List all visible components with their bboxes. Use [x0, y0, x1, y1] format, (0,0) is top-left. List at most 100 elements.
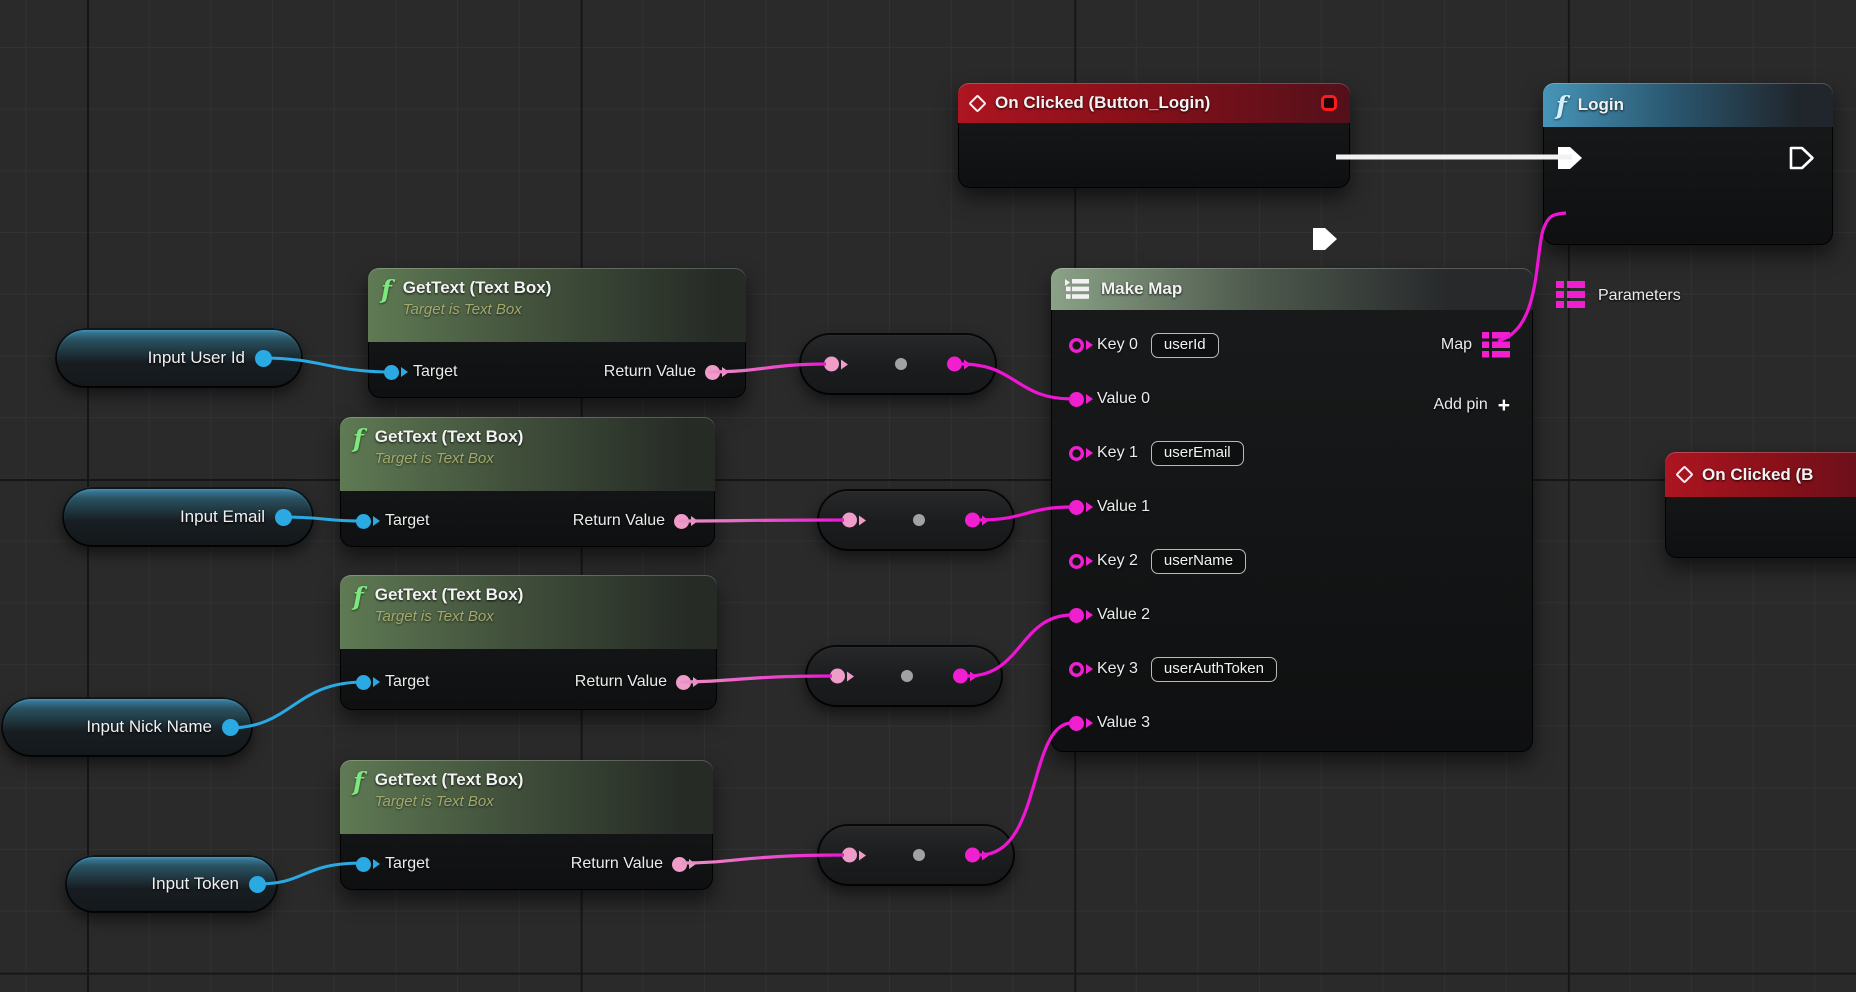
node-gettext-2[interactable]: f GetText (Text Box) Target is Text Box … [340, 417, 715, 547]
parameters-pin-label: Parameters [1598, 287, 1681, 305]
map-output-pin-icon[interactable] [1482, 332, 1510, 358]
node-make-map[interactable]: Make Map Key 0 userId Value 0 Key 1 user… [1051, 268, 1533, 752]
function-icon: f [1556, 93, 1567, 118]
function-icon: f [353, 769, 364, 794]
convert-node-dot [913, 849, 925, 861]
node-on-clicked-partial[interactable]: On Clicked (B [1665, 452, 1856, 558]
node-title: On Clicked (Button_Login) [995, 93, 1210, 113]
node-subtitle: Target is Text Box [403, 300, 552, 320]
convert-input-pin[interactable] [842, 848, 857, 863]
exec-output-pin[interactable] [1310, 225, 1340, 253]
node-login[interactable]: f Login Parameters [1543, 83, 1833, 245]
variable-output-pin[interactable] [249, 876, 266, 893]
variable-output-pin[interactable] [275, 509, 292, 526]
variable-label: Input User Id [148, 348, 245, 368]
key-3-label: Key 3 [1097, 660, 1138, 678]
target-pin[interactable] [356, 857, 371, 872]
value-3-label: Value 3 [1097, 714, 1150, 732]
node-subtitle: Target is Text Box [375, 449, 524, 469]
target-pin[interactable] [356, 514, 371, 529]
convert-output-pin[interactable] [965, 513, 980, 528]
convert-node-dot [913, 514, 925, 526]
key-0-pin[interactable] [1069, 338, 1084, 353]
convert-text-to-string-2[interactable] [817, 489, 1015, 551]
node-gettext-1[interactable]: f GetText (Text Box) Target is Text Box … [368, 268, 746, 398]
convert-node-dot [895, 358, 907, 370]
value-3-pin[interactable] [1069, 716, 1084, 731]
return-value-pin[interactable] [676, 675, 691, 690]
node-title: GetText (Text Box) [403, 277, 552, 300]
node-title: Login [1578, 95, 1624, 115]
return-value-label: Return Value [571, 855, 663, 873]
convert-text-to-string-1[interactable] [799, 333, 997, 395]
convert-output-pin[interactable] [947, 357, 962, 372]
convert-output-pin[interactable] [965, 848, 980, 863]
variable-input-nick-name[interactable]: Input Nick Name [1, 697, 253, 757]
value-1-label: Value 1 [1097, 498, 1150, 516]
return-value-label: Return Value [575, 673, 667, 691]
function-icon: f [353, 426, 364, 451]
exec-input-pin[interactable] [1555, 144, 1585, 172]
key-3-pin[interactable] [1069, 662, 1084, 677]
target-pin[interactable] [384, 365, 399, 380]
variable-input-email[interactable]: Input Email [62, 487, 314, 547]
node-title: GetText (Text Box) [375, 584, 524, 607]
convert-text-to-string-4[interactable] [817, 824, 1015, 886]
node-on-clicked-button-login[interactable]: On Clicked (Button_Login) [958, 83, 1350, 188]
variable-output-pin[interactable] [255, 350, 272, 367]
convert-node-dot [901, 670, 913, 682]
node-title: On Clicked (B [1702, 465, 1813, 485]
target-label: Target [385, 673, 429, 691]
key-0-value-input[interactable]: userId [1151, 333, 1219, 358]
value-1-pin[interactable] [1069, 500, 1084, 515]
return-value-pin[interactable] [672, 857, 687, 872]
key-2-value-input[interactable]: userName [1151, 549, 1246, 574]
event-diamond-icon [1675, 465, 1693, 483]
map-pin-icon[interactable] [1556, 281, 1585, 310]
value-2-pin[interactable] [1069, 608, 1084, 623]
target-pin[interactable] [356, 675, 371, 690]
variable-label: Input Nick Name [86, 717, 212, 737]
node-title: Make Map [1101, 279, 1182, 299]
convert-text-to-string-3[interactable] [805, 645, 1003, 707]
convert-input-pin[interactable] [842, 513, 857, 528]
node-gettext-4[interactable]: f GetText (Text Box) Target is Text Box … [340, 760, 713, 890]
make-map-icon [1064, 277, 1090, 301]
key-1-label: Key 1 [1097, 444, 1138, 462]
convert-input-pin[interactable] [824, 357, 839, 372]
return-value-label: Return Value [604, 363, 696, 381]
add-pin-button[interactable]: + [1498, 395, 1510, 416]
node-subtitle: Target is Text Box [375, 607, 524, 627]
node-title: GetText (Text Box) [375, 769, 524, 792]
add-pin-label: Add pin [1433, 396, 1487, 414]
key-2-pin[interactable] [1069, 554, 1084, 569]
blueprint-graph-canvas[interactable]: On Clicked (Button_Login) f Login [0, 0, 1856, 992]
node-subtitle: Target is Text Box [375, 792, 524, 812]
target-label: Target [385, 512, 429, 530]
return-value-pin[interactable] [705, 365, 720, 380]
variable-input-user-id[interactable]: Input User Id [55, 328, 303, 388]
target-label: Target [413, 363, 457, 381]
variable-input-token[interactable]: Input Token [65, 855, 278, 913]
node-gettext-3[interactable]: f GetText (Text Box) Target is Text Box … [340, 575, 717, 710]
variable-label: Input Email [180, 507, 265, 527]
return-value-label: Return Value [573, 512, 665, 530]
key-1-value-input[interactable]: userEmail [1151, 441, 1244, 466]
key-1-pin[interactable] [1069, 446, 1084, 461]
exec-output-pin[interactable] [1787, 144, 1817, 172]
key-3-value-input[interactable]: userAuthToken [1151, 657, 1277, 682]
variable-label: Input Token [151, 874, 239, 894]
convert-input-pin[interactable] [830, 669, 845, 684]
key-2-label: Key 2 [1097, 552, 1138, 570]
target-label: Target [385, 855, 429, 873]
key-0-label: Key 0 [1097, 336, 1138, 354]
convert-output-pin[interactable] [953, 669, 968, 684]
delegate-output-pin-icon[interactable] [1321, 95, 1337, 111]
event-diamond-icon [968, 94, 986, 112]
return-value-pin[interactable] [674, 514, 689, 529]
function-icon: f [353, 584, 364, 609]
variable-output-pin[interactable] [222, 719, 239, 736]
node-title: GetText (Text Box) [375, 426, 524, 449]
value-0-pin[interactable] [1069, 392, 1084, 407]
value-2-label: Value 2 [1097, 606, 1150, 624]
